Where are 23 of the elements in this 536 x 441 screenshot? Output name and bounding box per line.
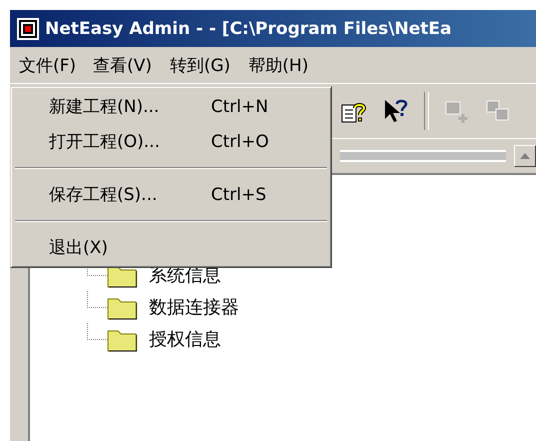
menu-item[interactable]: 退出(X) <box>13 230 329 265</box>
menu-item-label: 退出(X) <box>49 237 109 259</box>
shortcut-text: Ctrl+N <box>211 96 268 116</box>
menu-item-label: 保存工程(S)... <box>49 184 158 206</box>
window-title: NetEasy Admin - - [C:\Program Files\NetEa <box>45 18 452 38</box>
menu-item[interactable]: 新建工程(N)... Ctrl+N <box>13 89 329 124</box>
menu-item-label: 打开工程(O)... <box>49 131 161 153</box>
menu-item[interactable]: 保存工程(S)... Ctrl+S <box>13 177 329 212</box>
shortcut-text: Ctrl+S <box>211 184 266 204</box>
pointer-help-icon[interactable] <box>382 97 410 125</box>
toolbar-grip[interactable] <box>340 150 506 162</box>
tree-item[interactable]: 数据连接器 <box>149 295 239 319</box>
app-icon <box>17 18 39 40</box>
menu-item-label: 新建工程(N)... <box>49 96 160 118</box>
shortcut-text: Ctrl+O <box>211 132 269 152</box>
menu-item[interactable]: 打开工程(O)... Ctrl+O <box>13 124 329 159</box>
menu-item[interactable]: 文件(F) <box>12 50 84 80</box>
menu-item[interactable]: 帮助(H) <box>240 48 316 82</box>
menu-item[interactable]: 查看(V) <box>85 48 160 82</box>
up-arrow-icon <box>520 153 530 159</box>
menu-item[interactable]: 转到(G) <box>162 48 238 82</box>
scroll-up-button[interactable] <box>514 145 536 167</box>
tree-item[interactable]: 授权信息 <box>149 327 221 351</box>
